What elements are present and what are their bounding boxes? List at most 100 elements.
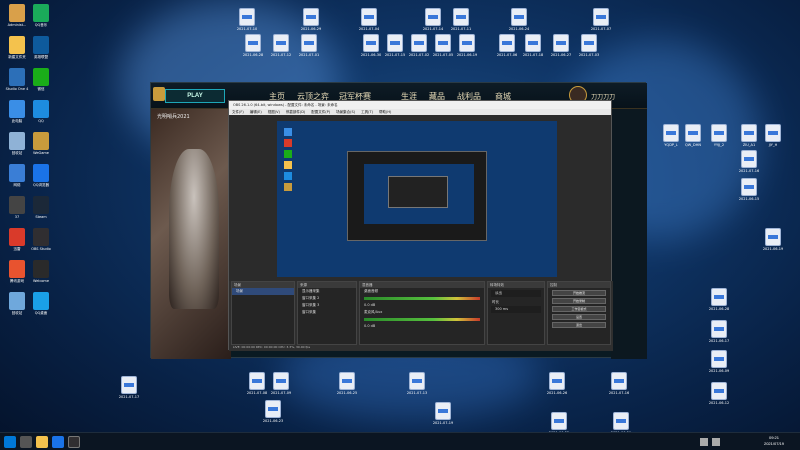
desktop-icon[interactable]: 回收站 <box>4 292 30 315</box>
app-icon <box>33 36 49 54</box>
document-icon[interactable]: 2021-06-15 <box>736 178 762 201</box>
desktop-icon[interactable]: 回收站 <box>4 132 30 155</box>
desktop-icon[interactable]: 迅雷 <box>4 228 30 251</box>
scene-item[interactable]: 场景 <box>232 288 294 295</box>
desktop-icon-label: 此电脑 <box>11 119 23 123</box>
source-item[interactable]: 显示器采集 <box>298 288 356 295</box>
document-icon[interactable]: 2021-07-09 <box>268 372 294 395</box>
obs-menu-item[interactable]: 配置文件(P) <box>311 110 330 114</box>
document-icon[interactable]: 2021-07-14 <box>420 8 446 31</box>
desktop-icon[interactable]: 网络 <box>4 164 30 187</box>
desktop-icon[interactable]: 腾讯游戏 <box>4 260 30 283</box>
desktop-icon[interactable]: 37 <box>4 196 30 219</box>
desktop-icon[interactable]: 此电脑 <box>4 100 30 123</box>
obs-menu-item[interactable]: 文件(F) <box>232 110 244 114</box>
document-icon[interactable]: 2021-07-01 <box>296 34 322 57</box>
obs-menu-item[interactable]: 帮助(H) <box>379 110 391 114</box>
document-icon[interactable]: 2021-06-23 <box>260 400 286 423</box>
document-icon[interactable]: 2021-07-13 <box>404 372 430 395</box>
desktop-icon[interactable]: OBS Studio <box>28 228 54 251</box>
document-label: 2021-07-01 <box>298 53 320 57</box>
transition-select[interactable]: 淡出 <box>491 290 541 297</box>
clock[interactable]: 09:21 2021/07/19 <box>754 435 794 447</box>
studio-mode-button[interactable]: 工作室模式 <box>552 306 606 312</box>
document-icon[interactable]: YYJJ_2 <box>706 124 732 147</box>
desktop-icon[interactable]: Welcome <box>28 260 54 283</box>
task-view-icon[interactable] <box>20 436 32 448</box>
network-icon[interactable] <box>700 438 708 446</box>
document-icon[interactable]: QW_DHN <box>680 124 706 147</box>
obs-menu-item[interactable]: 工具(T) <box>361 110 373 114</box>
start-button[interactable] <box>4 436 16 448</box>
obs-preview[interactable] <box>277 121 557 277</box>
exit-button[interactable]: 退出 <box>552 322 606 328</box>
document-icon[interactable]: 2021-06-26 <box>544 372 570 395</box>
desktop-icon[interactable]: Administ... <box>4 4 30 27</box>
document-icon[interactable]: 2021-07-16 <box>606 372 632 395</box>
desktop-icon[interactable]: Studio One 4 <box>4 68 30 91</box>
desktop-icon[interactable]: 英雄联盟 <box>28 36 54 59</box>
document-icon[interactable]: 2021-07-10 <box>234 8 260 31</box>
document-icon[interactable]: 2021-07-15 <box>382 34 408 57</box>
desktop-icon[interactable]: QQ <box>28 100 54 123</box>
document-icon[interactable]: JJY_H <box>760 124 786 147</box>
desktop-icon[interactable]: QQ音乐 <box>28 4 54 27</box>
source-item[interactable]: 窗口采集 2 <box>298 295 356 302</box>
start-recording-button[interactable]: 开始录制 <box>552 298 606 304</box>
file-icon <box>741 178 757 196</box>
obs-window[interactable]: OBS 26.1.0 (64-bit, windows) - 配置文件: 未命名… <box>228 100 613 351</box>
document-label: JJY_H <box>768 143 778 147</box>
file-icon <box>301 34 317 52</box>
document-icon[interactable]: 2021-07-07 <box>588 8 614 31</box>
obs-menu-item[interactable]: 视图(V) <box>268 110 280 114</box>
source-item[interactable]: 窗口采集 <box>298 309 356 316</box>
document-icon[interactable]: 2021-07-02 <box>406 34 432 57</box>
desktop-icon[interactable]: 新建文件夹 <box>4 36 30 59</box>
document-icon[interactable]: 2021-06-27 <box>548 34 574 57</box>
document-label: QW_DHN <box>685 143 701 147</box>
play-button[interactable]: PLAY <box>165 89 225 103</box>
document-icon[interactable]: ZIU_A1 <box>736 124 762 147</box>
document-icon[interactable]: 2021-07-18 <box>520 34 546 57</box>
document-icon[interactable]: 2021-07-03 <box>576 34 602 57</box>
obs-menu-item[interactable]: 编辑(E) <box>250 110 262 114</box>
document-icon[interactable]: 2021-06-19 <box>760 228 786 251</box>
desktop-icon[interactable]: 微信 <box>28 68 54 91</box>
desktop-icon[interactable]: QQ浏览器 <box>28 164 54 187</box>
document-icon[interactable]: 2021-06-30 <box>358 34 384 57</box>
volume-icon[interactable] <box>712 438 720 446</box>
document-icon[interactable]: 2021-07-11 <box>448 8 474 31</box>
document-icon[interactable]: 2021-06-12 <box>706 382 732 405</box>
document-icon[interactable]: 2021-06-24 <box>506 8 532 31</box>
document-icon[interactable]: 2021-06-09 <box>706 350 732 373</box>
document-icon[interactable]: 2021-06-28 <box>706 288 732 311</box>
obs-menu-item[interactable]: 场景集合(S) <box>336 110 355 114</box>
document-icon[interactable]: 2021-07-06 <box>494 34 520 57</box>
desktop-icon[interactable]: QQ桌面 <box>28 292 54 315</box>
document-icon[interactable]: 2021-06-28 <box>240 34 266 57</box>
duration-field[interactable]: 300 ms <box>491 306 541 313</box>
browser-icon[interactable] <box>52 436 64 448</box>
settings-button[interactable]: 设置 <box>552 314 606 320</box>
document-icon[interactable]: 2021-07-17 <box>116 376 142 399</box>
document-icon[interactable]: 2021-06-17 <box>706 320 732 343</box>
audio-meter <box>364 318 480 321</box>
source-item[interactable]: 窗口采集 3 <box>298 302 356 309</box>
file-explorer-icon[interactable] <box>36 436 48 448</box>
start-streaming-button[interactable]: 开始推流 <box>552 290 606 296</box>
document-icon[interactable]: 2021-06-29 <box>298 8 324 31</box>
obs-menu-item[interactable]: 停靠部件(D) <box>286 110 305 114</box>
desktop-icon[interactable]: Steam <box>28 196 54 219</box>
document-icon[interactable]: 2021-07-05 <box>430 34 456 57</box>
document-icon[interactable]: 2021-07-19 <box>430 402 456 425</box>
document-icon[interactable]: 2021-06-25 <box>334 372 360 395</box>
obs-taskbar-icon[interactable] <box>68 436 80 448</box>
document-icon[interactable]: 2021-07-08 <box>244 372 270 395</box>
desktop-icon[interactable]: WeGame <box>28 132 54 155</box>
desktop: Administ... 新建文件夹 Studio One 4 此电脑 回收站 网络 37 迅雷… <box>0 0 800 450</box>
document-icon[interactable]: 2021-07-16 <box>736 150 762 173</box>
document-label: 2021-06-24 <box>508 27 530 31</box>
document-icon[interactable]: 2021-06-19 <box>454 34 480 57</box>
document-icon[interactable]: 2021-07-04 <box>356 8 382 31</box>
document-icon[interactable]: 2021-07-12 <box>268 34 294 57</box>
